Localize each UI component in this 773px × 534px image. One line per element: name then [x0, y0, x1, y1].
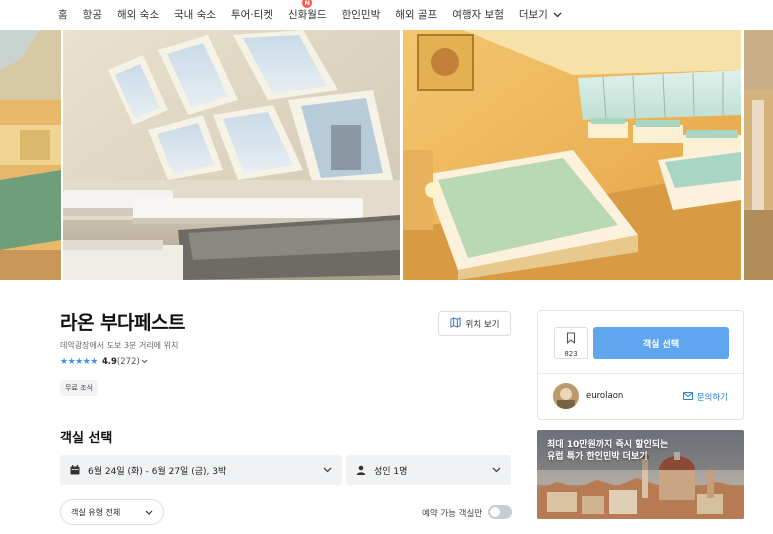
- nav-item-overseas-golf[interactable]: 해외 골프: [395, 7, 437, 22]
- contact-label: 문의하기: [696, 393, 728, 403]
- nav-item-overseas-stay[interactable]: 해외 숙소: [117, 7, 159, 22]
- map-view-label: 위치 보기: [465, 319, 500, 330]
- nav-item-domestic-stay[interactable]: 국내 숙소: [174, 7, 216, 22]
- host-name[interactable]: eurolaon: [586, 391, 623, 401]
- available-only-label: 예약 가능 객실만: [422, 509, 483, 519]
- booking-card: 823 객실 선택 eurolaon 문의하기: [537, 310, 744, 420]
- gallery-photo-previous[interactable]: [0, 30, 61, 280]
- guest-count-value: 성인 1명: [374, 466, 408, 477]
- chevron-down-icon: [141, 358, 148, 366]
- promo-banner[interactable]: 최대 10만원까지 즉시 할인되는 유럽 특가 한인민박 더보기: [537, 430, 744, 519]
- chevron-down-icon: [553, 11, 562, 21]
- divider: [538, 373, 743, 374]
- review-count: (272): [116, 357, 140, 367]
- guest-selector[interactable]: 성인 1명: [346, 455, 511, 485]
- nav-item-shinhwa-world[interactable]: N 신화월드: [287, 0, 327, 22]
- location-description: 데악광장에서 도보 3분 거리에 위치: [60, 341, 179, 350]
- rating-summary[interactable]: ★★★★★ 4.9 (272): [60, 357, 148, 367]
- nav-item-flights[interactable]: 항공: [83, 7, 102, 22]
- photo-gallery: [0, 30, 773, 280]
- chevron-down-icon: [323, 466, 332, 475]
- available-only-toggle[interactable]: [488, 505, 512, 519]
- contact-host-link[interactable]: 문의하기: [682, 391, 728, 403]
- toggle-knob: [490, 507, 500, 517]
- chevron-down-icon: [492, 466, 501, 475]
- host-avatar[interactable]: [553, 383, 579, 409]
- promo-line-2: 유럽 특가 한인민박 더보기: [547, 452, 648, 462]
- date-range-value: 6월 24일 (화) - 6월 27일 (금), 3박: [88, 466, 227, 477]
- room-selection-heading: 객실 선택: [60, 431, 113, 446]
- nav-item-more[interactable]: 더보기: [519, 7, 562, 22]
- chevron-down-icon: [145, 508, 153, 517]
- promo-text: 최대 10만원까지 즉시 할인되는 유럽 특가 한인민박 더보기: [547, 439, 668, 463]
- nav-item-korean-minbak[interactable]: 한인민박: [342, 7, 381, 22]
- promo-line-1: 최대 10만원까지 즉시 할인되는: [547, 440, 669, 450]
- room-type-filter[interactable]: 객실 유형 전체: [60, 499, 164, 525]
- map-icon: [449, 316, 461, 331]
- amenity-tag: 무료 조식: [60, 380, 98, 396]
- listing-title: 라온 부다페스트: [60, 312, 185, 334]
- bookmark-icon: [566, 329, 576, 348]
- date-range-selector[interactable]: 6월 24일 (화) - 6월 27일 (금), 3박: [60, 455, 342, 485]
- star-rating-icon: ★★★★★: [60, 357, 98, 367]
- wishlist-button[interactable]: 823: [554, 327, 588, 359]
- room-type-value: 객실 유형 전체: [71, 507, 121, 517]
- new-badge: N: [302, 0, 313, 8]
- gallery-photo-dorm-room[interactable]: [403, 30, 741, 280]
- gallery-photo-attic-room[interactable]: [63, 30, 400, 280]
- nav-item-tour-ticket[interactable]: 투어·티켓: [231, 7, 273, 22]
- rating-score: 4.9: [101, 357, 117, 367]
- nav-item-label: 더보기: [518, 8, 548, 21]
- nav-item-label: 신화월드: [287, 8, 327, 21]
- gallery-photo-next[interactable]: [744, 30, 773, 280]
- map-view-button[interactable]: 위치 보기: [438, 311, 511, 336]
- top-nav: 홈 항공 해외 숙소 국내 숙소 투어·티켓 N 신화월드 한인민박 해외 골프…: [0, 0, 773, 28]
- wishlist-count: 823: [564, 349, 578, 358]
- person-icon: [356, 465, 366, 475]
- nav-item-travel-insurance[interactable]: 여행자 보험: [452, 7, 504, 22]
- nav-item-home[interactable]: 홈: [58, 7, 68, 22]
- mail-icon: [682, 391, 693, 403]
- calendar-icon: [70, 465, 80, 475]
- select-room-button[interactable]: 객실 선택: [593, 327, 729, 359]
